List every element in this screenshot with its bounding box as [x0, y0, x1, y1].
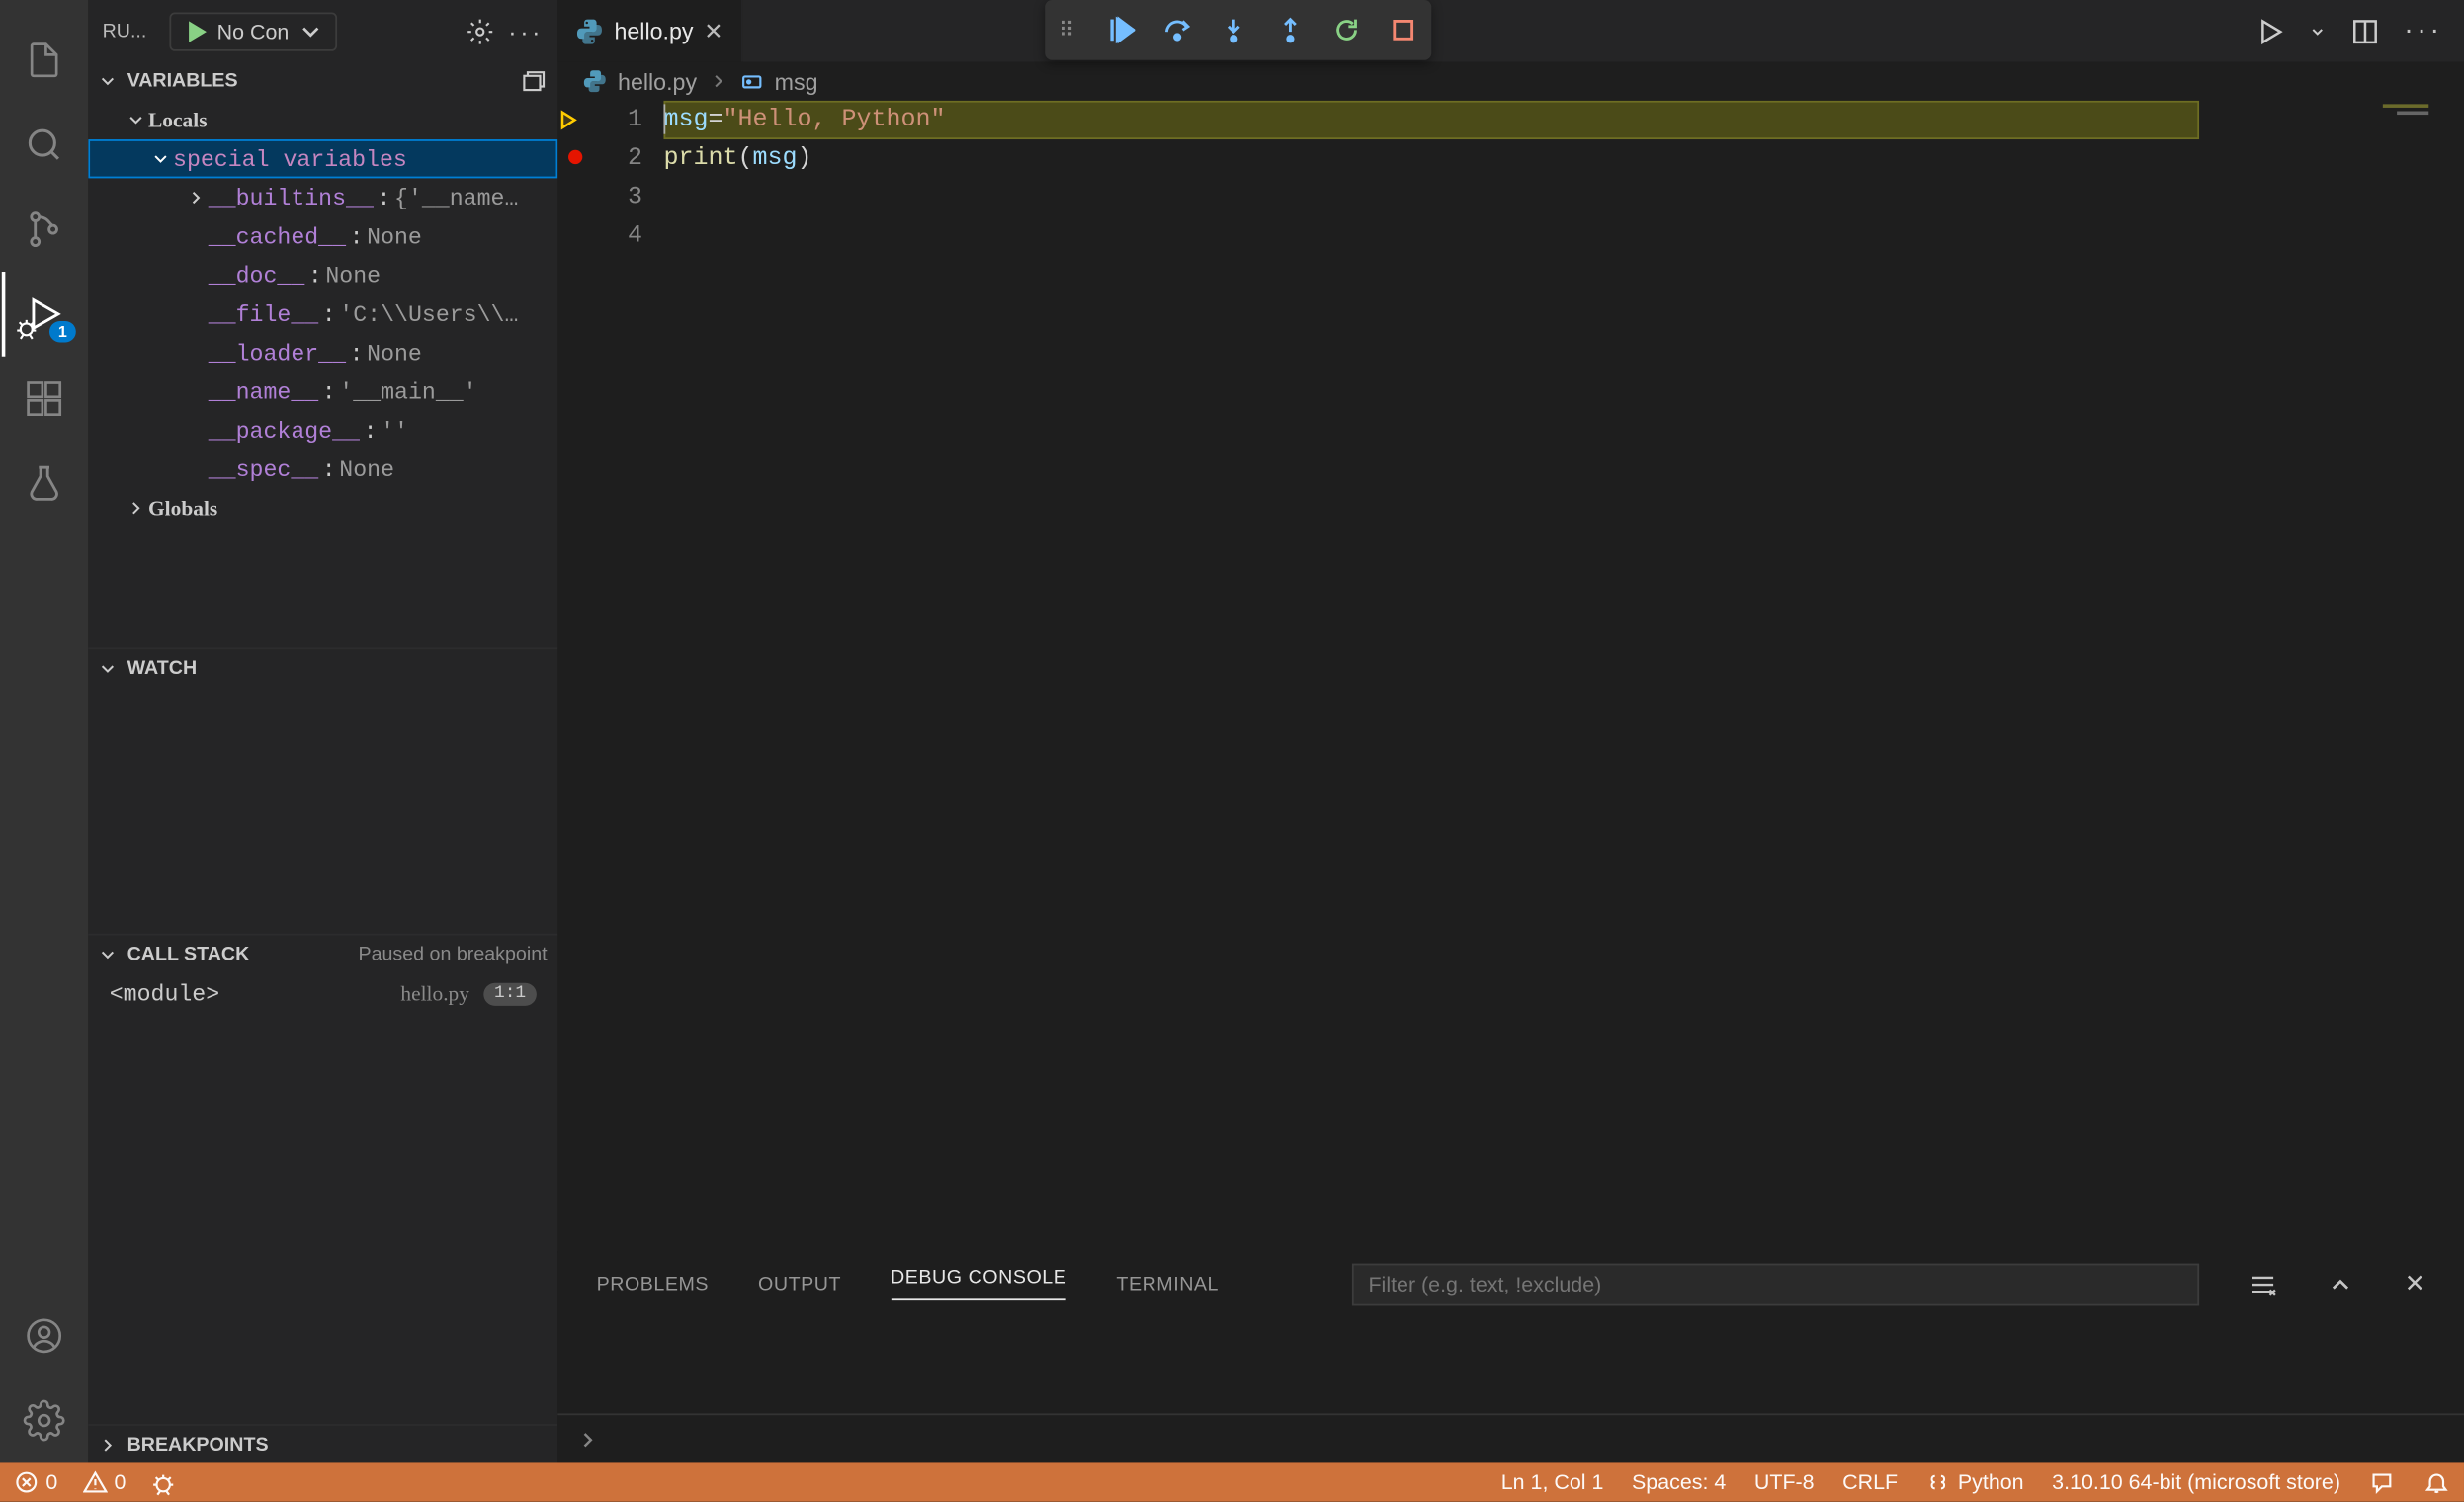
status-language[interactable]: Python: [1926, 1470, 2024, 1495]
step-out-icon[interactable]: [1276, 16, 1305, 44]
debug-toolbar[interactable]: ⠿: [1045, 0, 1431, 60]
bottom-panel: PROBLEMS OUTPUT DEBUG CONSOLE TERMINAL ✕: [557, 1251, 2464, 1462]
settings-gear-icon[interactable]: [2, 1378, 87, 1463]
breadcrumb[interactable]: hello.py msg: [557, 62, 2464, 101]
sidebar-title: RU...: [103, 21, 159, 42]
stop-icon[interactable]: [1389, 16, 1417, 44]
code-line-1[interactable]: msg = "Hello, Python": [663, 101, 2199, 139]
chevron-down-icon: [296, 17, 324, 45]
collapse-all-icon[interactable]: [519, 67, 548, 96]
start-debug-icon: [182, 17, 211, 45]
activity-bar: 1: [0, 0, 88, 1462]
scope-special-variables[interactable]: special variables: [88, 139, 557, 178]
accounts-icon[interactable]: [2, 1293, 87, 1378]
debug-sidebar: RU... No Con ··· VARIABLES Locals: [88, 0, 557, 1462]
var-doc[interactable]: __doc__:None: [88, 256, 557, 294]
panel-tab-terminal[interactable]: TERMINAL: [1116, 1273, 1219, 1293]
variable-symbol-icon: [739, 69, 764, 94]
var-cached[interactable]: __cached__:None: [88, 217, 557, 256]
python-file-icon: [582, 69, 607, 94]
more-icon[interactable]: ···: [508, 17, 544, 45]
gear-icon[interactable]: [466, 17, 494, 45]
scope-locals[interactable]: Locals: [88, 101, 557, 139]
testing-icon[interactable]: [2, 441, 87, 526]
status-encoding[interactable]: UTF-8: [1754, 1470, 1815, 1495]
chevron-right-icon: [575, 1427, 600, 1452]
current-line-arrow-icon: [557, 108, 593, 132]
status-ln-col[interactable]: Ln 1, Col 1: [1501, 1470, 1604, 1495]
clear-console-icon[interactable]: [2250, 1270, 2278, 1298]
notifications-icon[interactable]: [2423, 1469, 2450, 1496]
drag-handle-icon[interactable]: ⠿: [1059, 18, 1077, 42]
editor-area: hello.py ✕ ⠿ ···: [557, 0, 2464, 1462]
status-spaces[interactable]: Spaces: 4: [1632, 1470, 1726, 1495]
maximize-panel-icon[interactable]: [2327, 1270, 2355, 1298]
panel-tab-debug-console[interactable]: DEBUG CONSOLE: [891, 1267, 1066, 1300]
var-file[interactable]: __file__:'C:\\Users\\…: [88, 294, 557, 333]
panel-tab-problems[interactable]: PROBLEMS: [597, 1273, 709, 1293]
restart-icon[interactable]: [1332, 16, 1361, 44]
var-builtins[interactable]: __builtins__:{'__name…: [88, 178, 557, 216]
python-file-icon: [575, 17, 604, 45]
scope-globals[interactable]: Globals: [88, 489, 557, 528]
code-line-3[interactable]: [663, 178, 2464, 216]
watch-section-header[interactable]: WATCH: [88, 647, 557, 686]
debug-console-filter[interactable]: [1352, 1263, 2199, 1305]
var-name[interactable]: __name__:'__main__': [88, 373, 557, 411]
explorer-icon[interactable]: [2, 18, 87, 103]
more-actions-icon[interactable]: ···: [2404, 15, 2442, 46]
step-into-icon[interactable]: [1220, 16, 1248, 44]
status-errors[interactable]: 0: [14, 1470, 57, 1495]
breakpoints-section-header[interactable]: BREAKPOINTS: [88, 1424, 557, 1462]
extensions-icon[interactable]: [2, 357, 87, 442]
editor-scrollbar[interactable]: [2439, 101, 2464, 1251]
status-eol[interactable]: CRLF: [1842, 1470, 1898, 1495]
tab-bar: hello.py ✕ ⠿ ···: [557, 0, 2464, 62]
status-interpreter[interactable]: 3.10.10 64-bit (microsoft store): [2052, 1470, 2340, 1495]
close-panel-icon[interactable]: ✕: [2405, 1269, 2425, 1298]
continue-icon[interactable]: [1106, 16, 1135, 44]
feedback-icon[interactable]: [2369, 1469, 2396, 1496]
close-tab-icon[interactable]: ✕: [704, 17, 722, 45]
code-editor[interactable]: 1 2 3 4 msg = "Hello, Python" print(msg): [557, 101, 2464, 1251]
source-control-icon[interactable]: [2, 187, 87, 272]
status-debug-indicator[interactable]: [150, 1469, 177, 1496]
debug-console-input[interactable]: [557, 1413, 2464, 1462]
callstack-frame[interactable]: <module> hello.py 1:1: [88, 972, 557, 1015]
status-warnings[interactable]: 0: [82, 1470, 126, 1495]
var-spec[interactable]: __spec__:None: [88, 450, 557, 488]
debug-badge: 1: [49, 321, 76, 342]
debug-config-dropdown[interactable]: No Con: [169, 12, 336, 50]
code-line-2[interactable]: print(msg): [663, 139, 2464, 178]
split-editor-icon[interactable]: [2351, 17, 2380, 45]
var-loader[interactable]: __loader__:None: [88, 334, 557, 373]
callstack-state: Paused on breakpoint: [358, 944, 547, 964]
code-line-4[interactable]: [663, 217, 2464, 256]
status-bar: 0 0 Ln 1, Col 1 Spaces: 4 UTF-8 CRLF Pyt…: [0, 1462, 2464, 1501]
breakpoint-icon[interactable]: [568, 150, 582, 164]
search-icon[interactable]: [2, 103, 87, 188]
run-file-icon[interactable]: [2255, 17, 2284, 45]
run-dropdown-icon[interactable]: [2309, 22, 2327, 40]
var-package[interactable]: __package__:'': [88, 411, 557, 450]
variables-section-header[interactable]: VARIABLES: [88, 62, 557, 101]
minimap[interactable]: [2280, 101, 2439, 1251]
callstack-section-header[interactable]: CALL STACK Paused on breakpoint: [88, 934, 557, 972]
text-cursor: [663, 104, 665, 133]
panel-tab-output[interactable]: OUTPUT: [758, 1273, 841, 1293]
step-over-icon[interactable]: [1162, 16, 1191, 44]
run-debug-icon[interactable]: 1: [2, 272, 87, 357]
tab-hello-py[interactable]: hello.py ✕: [557, 0, 742, 62]
